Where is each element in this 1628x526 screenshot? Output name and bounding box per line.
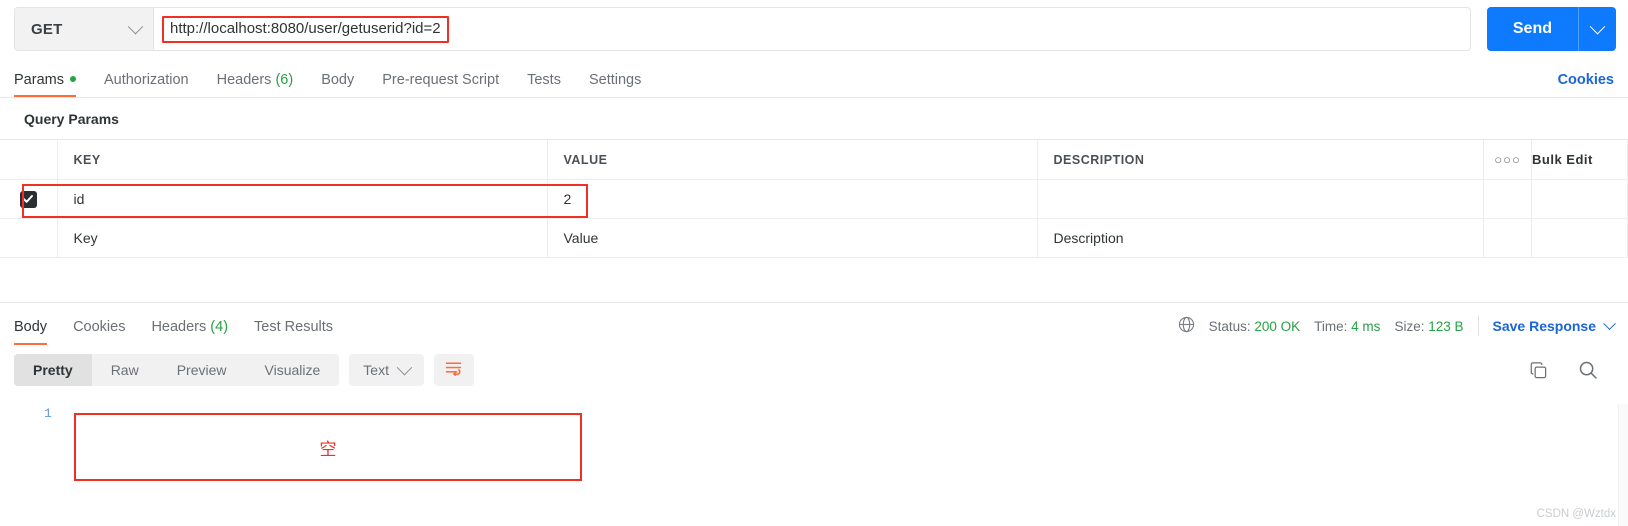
request-tabs: Params Authorization Headers (6) Body Pr… — [0, 58, 1628, 98]
tab-pre-request-script[interactable]: Pre-request Script — [382, 72, 499, 97]
header-key: KEY — [57, 139, 548, 180]
tab-tests[interactable]: Tests — [527, 72, 561, 97]
header-description: DESCRIPTION — [1037, 139, 1484, 180]
vertical-scrollbar[interactable] — [1618, 404, 1628, 526]
chevron-down-icon — [1589, 18, 1606, 34]
format-label: Text — [363, 362, 389, 378]
tab-label: Authorization — [103, 72, 189, 88]
query-params-table: KEY VALUE DESCRIPTION ○○○ Bulk Edit id 2… — [0, 139, 1628, 258]
annotation-text: 空 — [319, 439, 337, 459]
save-response-button[interactable]: Save Response — [1492, 316, 1616, 334]
time-label: Time: — [1314, 318, 1348, 334]
tab-count-badge: (6) — [275, 72, 294, 88]
table-row[interactable]: id 2 — [0, 179, 1628, 219]
send-button[interactable]: Send — [1486, 7, 1578, 51]
response-meta: Status: 200 OK Time: 4 ms Size: 123 B Sa… — [1178, 316, 1616, 344]
watermark: CSDN @Wztdx — [1536, 508, 1616, 520]
search-icon[interactable] — [1578, 360, 1598, 380]
tab-label: Params — [14, 72, 64, 88]
url-text: http://localhost:8080/user/getuserid?id=… — [162, 15, 449, 43]
status-text: Status: 200 OK — [1209, 319, 1301, 334]
save-response-label: Save Response — [1492, 318, 1597, 334]
http-method-label: GET — [31, 20, 63, 38]
globe-icon — [1178, 316, 1195, 336]
tab-label: Tests — [527, 72, 561, 88]
response-tab-body[interactable]: Body — [14, 319, 48, 345]
time-text: Time: 4 ms — [1314, 319, 1380, 334]
new-value-input[interactable]: Value — [547, 218, 1038, 258]
time-value: 4 ms — [1351, 318, 1381, 334]
divider — [1477, 316, 1479, 336]
word-wrap-button[interactable] — [433, 354, 474, 386]
new-key-input[interactable]: Key — [57, 218, 548, 258]
copy-icon[interactable] — [1529, 361, 1548, 380]
view-mode-raw[interactable]: Raw — [92, 354, 158, 386]
row-checkbox-cell[interactable] — [0, 218, 58, 258]
chevron-down-icon — [1603, 316, 1616, 330]
response-tab-cookies[interactable]: Cookies — [73, 319, 125, 344]
header-checkbox-cell — [0, 139, 58, 180]
checkbox-checked-icon[interactable] — [19, 190, 37, 208]
tab-headers[interactable]: Headers (6) — [217, 72, 294, 97]
row-spacer — [1531, 179, 1628, 219]
tab-authorization[interactable]: Authorization — [104, 72, 189, 97]
tab-label: Headers — [151, 319, 207, 335]
size-text: Size: 123 B — [1394, 319, 1463, 334]
status-value: 200 OK — [1254, 318, 1301, 334]
tab-label: Pre-request Script — [382, 72, 500, 88]
word-wrap-icon — [444, 360, 463, 381]
row-spacer — [1483, 179, 1532, 219]
response-body-toolbar: Pretty Raw Preview Visualize Text — [0, 344, 1628, 386]
send-group: Send — [1486, 7, 1616, 51]
row-key[interactable]: id — [57, 179, 548, 219]
tab-params[interactable]: Params — [14, 72, 76, 97]
table-header-row: KEY VALUE DESCRIPTION ○○○ Bulk Edit — [0, 139, 1628, 180]
tab-label: Body — [321, 72, 355, 88]
tab-count-badge: (4) — [210, 319, 229, 335]
tab-label: Test Results — [254, 319, 334, 335]
view-mode-preview[interactable]: Preview — [158, 354, 246, 386]
url-bar: GET http://localhost:8080/user/getuserid… — [0, 0, 1628, 58]
query-params-title: Query Params — [24, 111, 119, 127]
row-spacer — [1483, 218, 1532, 258]
url-input[interactable]: http://localhost:8080/user/getuserid?id=… — [154, 7, 1471, 51]
unsaved-dot-icon — [69, 76, 76, 82]
row-description[interactable] — [1037, 179, 1484, 219]
chevron-down-icon — [127, 18, 144, 34]
cookies-link[interactable]: Cookies — [1558, 72, 1614, 97]
tab-label: Headers — [216, 72, 272, 88]
size-value: 123 B — [1428, 318, 1464, 334]
new-description-input[interactable]: Description — [1037, 218, 1484, 258]
view-mode-segmented-control: Pretty Raw Preview Visualize — [14, 354, 340, 386]
row-value[interactable]: 2 — [547, 179, 1038, 219]
row-spacer — [1531, 218, 1628, 258]
row-checkbox-cell[interactable] — [0, 179, 58, 219]
http-method-dropdown[interactable]: GET — [14, 7, 154, 51]
response-tabs: Body Cookies Headers (4) Test Results St… — [0, 302, 1628, 345]
postman-window: GET http://localhost:8080/user/getuserid… — [0, 0, 1628, 526]
size-label: Size: — [1394, 318, 1425, 334]
tab-label: Settings — [588, 72, 642, 88]
status-label: Status: — [1208, 318, 1251, 334]
bulk-edit-button[interactable]: Bulk Edit — [1531, 139, 1628, 180]
view-mode-visualize[interactable]: Visualize — [246, 354, 340, 386]
table-row-empty[interactable]: Key Value Description — [0, 218, 1628, 258]
header-value: VALUE — [547, 139, 1038, 180]
response-tab-test-results[interactable]: Test Results — [254, 319, 333, 344]
response-tab-headers[interactable]: Headers (4) — [151, 319, 228, 344]
line-number: 1 — [44, 406, 52, 421]
format-dropdown[interactable]: Text — [349, 354, 424, 386]
tab-label: Body — [14, 319, 48, 335]
tab-label: Cookies — [73, 319, 126, 335]
response-body[interactable]: 1 — [0, 386, 1628, 421]
more-options-icon: ○○○ — [1494, 152, 1521, 167]
table-options-button[interactable]: ○○○ — [1483, 139, 1532, 180]
tab-settings[interactable]: Settings — [589, 72, 641, 97]
empty-body-annotation: 空 — [74, 413, 582, 481]
send-options-button[interactable] — [1578, 7, 1616, 51]
response-actions — [1529, 360, 1614, 380]
view-mode-pretty[interactable]: Pretty — [14, 354, 92, 386]
tab-body[interactable]: Body — [321, 72, 354, 97]
chevron-down-icon — [396, 359, 413, 375]
